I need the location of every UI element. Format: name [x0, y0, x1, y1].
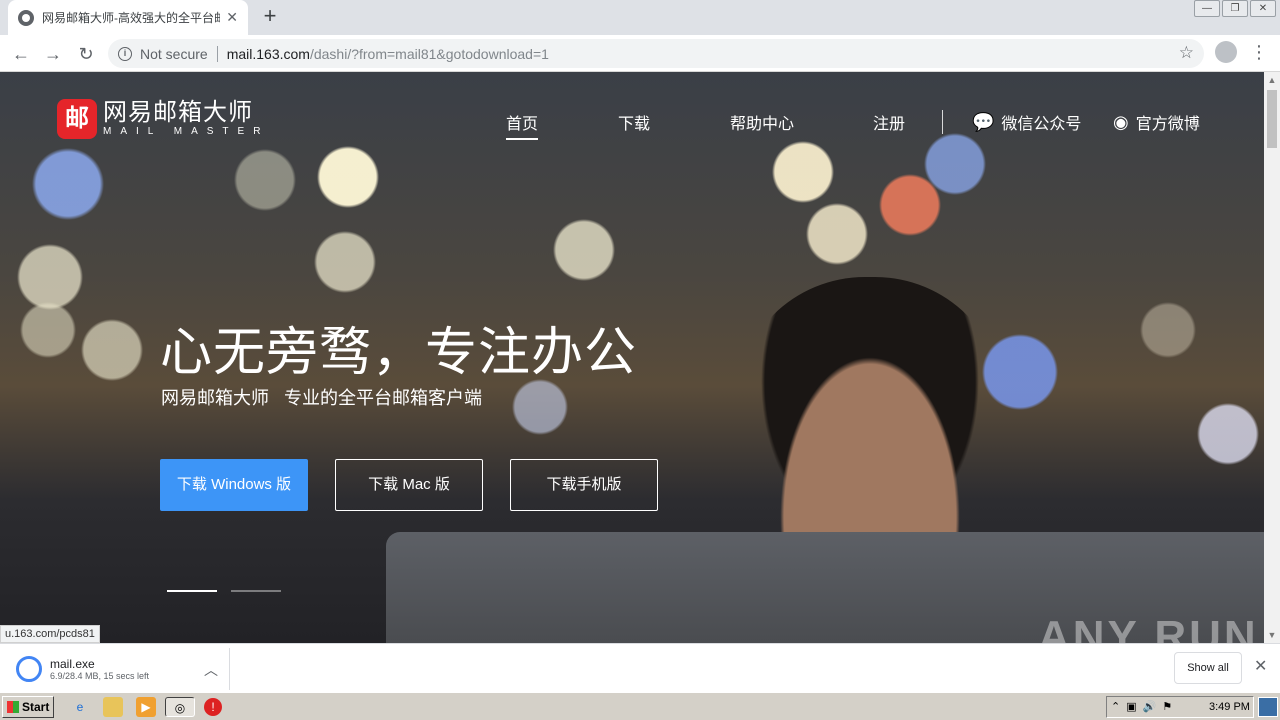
logo-mark: 邮 — [57, 99, 97, 139]
address-bar[interactable]: i Not secure mail.163.com/dashi/?from=ma… — [108, 39, 1204, 68]
browser-menu-icon[interactable]: ⋮ — [1250, 41, 1268, 63]
weibo-icon: ◉ — [1113, 111, 1129, 132]
download-mac-button[interactable]: 下载 Mac 版 — [335, 459, 483, 511]
security-alert-icon[interactable]: ! — [204, 698, 222, 716]
media-player-icon[interactable]: ▶ — [136, 697, 156, 717]
carousel-indicators — [167, 590, 295, 592]
address-divider — [216, 45, 218, 62]
bookmark-star-icon[interactable]: ☆ — [1179, 43, 1194, 63]
download-status: 6.9/28.4 MB, 15 secs left — [50, 671, 150, 681]
hero-section: 邮 网易邮箱大师 MAIL MASTER 首页 下载 帮助中心 注册 💬 微信公… — [0, 72, 1264, 643]
window-controls: — ❐ ✕ — [1192, 0, 1276, 18]
nav-home[interactable]: 首页 — [506, 110, 538, 134]
nav-register[interactable]: 注册 — [873, 110, 905, 134]
clock[interactable]: 3:49 PM — [1209, 697, 1250, 717]
browser-toolbar: ← → ↻ i Not secure mail.163.com/dashi/?f… — [0, 35, 1280, 72]
url-path: /dashi/?from=mail81&gotodownload=1 — [309, 45, 549, 62]
start-label: Start — [22, 700, 50, 714]
system-tray: ⌃▣🔊⚑ 3:49 PM — [1106, 696, 1254, 718]
profile-avatar[interactable] — [1215, 41, 1237, 63]
nav-wechat[interactable]: 💬 微信公众号 — [972, 110, 1081, 134]
logo-english-name: MAIL MASTER — [103, 126, 270, 137]
tab-strip: 网易邮箱大师-高效强大的全平台邮箱 ✕ + — ❐ ✕ — [0, 0, 1280, 35]
nav-weibo[interactable]: ◉ 官方微博 — [1113, 110, 1200, 134]
tray-icons[interactable]: ⌃▣🔊⚑ — [1111, 697, 1178, 717]
carousel-dot-2[interactable] — [231, 590, 281, 592]
download-file-name: mail.exe — [50, 657, 95, 671]
download-item[interactable]: mail.exe 6.9/28.4 MB, 15 secs left ︿ — [8, 648, 230, 690]
nav-help[interactable]: 帮助中心 — [730, 110, 794, 134]
carousel-dot-1[interactable] — [167, 590, 217, 592]
nav-divider — [942, 110, 943, 134]
scroll-thumb[interactable] — [1267, 90, 1277, 148]
start-button[interactable]: Start — [2, 696, 54, 718]
reload-button[interactable]: ↻ — [73, 41, 99, 67]
info-icon[interactable]: i — [118, 46, 132, 61]
restore-button[interactable]: ❐ — [1222, 0, 1248, 17]
hero-subline: 网易邮箱大师 专业的全平台邮箱客户端 — [161, 388, 483, 408]
site-logo[interactable]: 邮 网易邮箱大师 MAIL MASTER — [57, 99, 269, 139]
wechat-icon: 💬 — [972, 111, 995, 132]
nav-active-underline — [506, 138, 538, 140]
windows-taskbar: Start e ▶ ◎ ! ⌃▣🔊⚑ 3:49 PM — [0, 692, 1280, 720]
browser-tab[interactable]: 网易邮箱大师-高效强大的全平台邮箱 ✕ — [8, 0, 248, 35]
close-download-bar-icon[interactable]: ✕ — [1254, 656, 1267, 676]
explorer-folder-icon[interactable] — [103, 697, 123, 717]
ie-icon[interactable]: e — [70, 697, 90, 717]
windows-flag-icon — [7, 701, 19, 713]
close-window-button[interactable]: ✕ — [1250, 0, 1276, 17]
download-windows-button[interactable]: 下载 Windows 版 — [160, 459, 308, 511]
logo-chinese-name: 网易邮箱大师 — [103, 99, 253, 126]
show-desktop-button[interactable] — [1258, 697, 1278, 717]
download-progress-icon — [16, 656, 42, 682]
minimize-button[interactable]: — — [1194, 0, 1220, 17]
weibo-label: 官方微博 — [1135, 116, 1200, 133]
security-label: Not secure — [140, 45, 208, 62]
hero-headline: 心无旁骛，专注办公 — [160, 324, 638, 382]
scroll-up-arrow-icon[interactable]: ▲ — [1264, 72, 1280, 88]
download-mobile-button[interactable]: 下载手机版 — [510, 459, 658, 511]
link-status-url: u.163.com/pcds81 — [0, 625, 100, 643]
close-tab-icon[interactable]: ✕ — [226, 9, 238, 26]
new-tab-button[interactable]: + — [258, 4, 282, 30]
chrome-taskbar-icon[interactable]: ◎ — [165, 697, 195, 717]
tab-title: 网易邮箱大师-高效强大的全平台邮箱 — [42, 11, 221, 25]
url-host: mail.163.com — [226, 45, 310, 62]
page-scrollbar[interactable]: ▲ ▼ — [1264, 72, 1280, 643]
chevron-up-icon[interactable]: ︿ — [204, 660, 218, 680]
scroll-down-arrow-icon[interactable]: ▼ — [1264, 627, 1280, 643]
nav-download[interactable]: 下载 — [618, 110, 650, 134]
back-button[interactable]: ← — [8, 41, 34, 67]
wechat-label: 微信公众号 — [1001, 116, 1082, 133]
globe-icon — [18, 9, 34, 26]
show-all-button[interactable]: Show all — [1174, 652, 1242, 684]
forward-button[interactable]: → — [40, 41, 66, 67]
download-shelf: mail.exe 6.9/28.4 MB, 15 secs left ︿ Sho… — [0, 643, 1280, 692]
